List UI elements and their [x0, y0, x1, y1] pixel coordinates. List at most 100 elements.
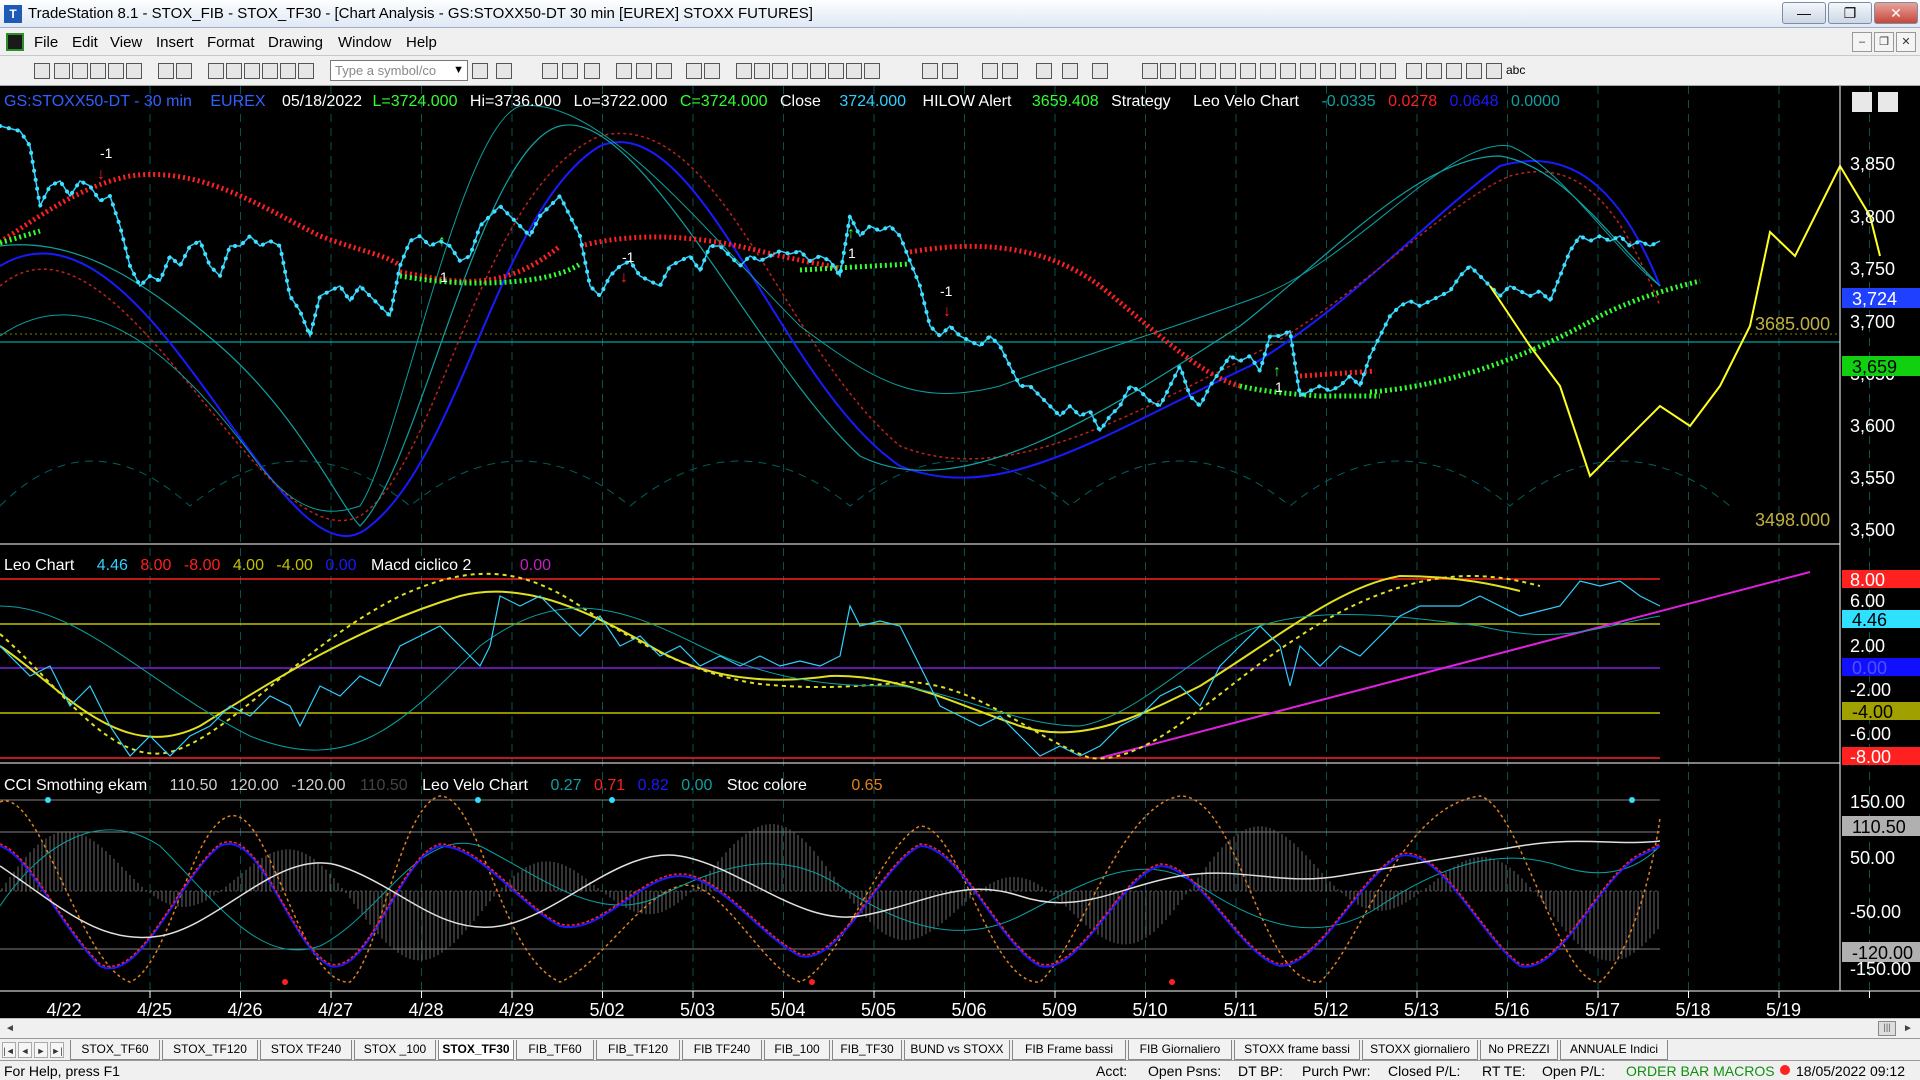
speed-lines-icon[interactable]	[1280, 63, 1296, 79]
open-icon[interactable]	[54, 63, 70, 79]
tab-prev-icon[interactable]: ◄	[18, 1042, 32, 1058]
fib-extension-icon[interactable]	[1320, 63, 1336, 79]
ohlc-icon[interactable]	[792, 63, 808, 79]
scroll-left-icon[interactable]: ◄	[2, 1021, 18, 1037]
go-arrow-icon[interactable]	[472, 63, 488, 79]
menu-view[interactable]: View	[110, 34, 142, 51]
tab-stox-tf60[interactable]: STOX_TF60	[70, 1040, 160, 1060]
tab-fib-100[interactable]: FIB_100	[764, 1040, 830, 1060]
insert-symbol-icon[interactable]	[562, 63, 578, 79]
menu-format[interactable]: Format	[207, 34, 255, 51]
menu-drawing[interactable]: Drawing	[268, 34, 323, 51]
scanner-icon[interactable]	[280, 63, 296, 79]
close-workspace-icon[interactable]	[126, 63, 142, 79]
mdi-close-button[interactable]: ✕	[1896, 32, 1916, 52]
horizontal-line-icon[interactable]	[1180, 63, 1196, 79]
tab-stoxx-giornaliero[interactable]: STOXX giornaliero	[1362, 1040, 1478, 1060]
ellipse-icon[interactable]	[1466, 63, 1482, 79]
trendline-icon[interactable]	[1160, 63, 1176, 79]
new-icon[interactable]	[34, 63, 50, 79]
data-window-icon[interactable]	[584, 63, 600, 79]
sell-arrow-icon[interactable]	[1426, 63, 1442, 79]
save-icon[interactable]	[72, 63, 88, 79]
tab-stox-tf30[interactable]: STOX_TF30	[438, 1040, 514, 1060]
buy-arrow-icon[interactable]	[1446, 63, 1462, 79]
globe-icon[interactable]	[298, 63, 314, 79]
horizontal-scrollbar[interactable]: ◄ ||| ►	[0, 1018, 1920, 1038]
tab-bund-vs-stoxx[interactable]: BUND vs STOXX	[904, 1040, 1010, 1060]
analysis-icon[interactable]	[656, 63, 672, 79]
tab-fib-frame-bassi[interactable]: FIB Frame bassi	[1012, 1040, 1126, 1060]
maximize-button[interactable]: ❐	[1828, 2, 1872, 24]
text-tool-icon[interactable]: abc	[1506, 63, 1525, 77]
channel-icon[interactable]	[1220, 63, 1236, 79]
point-figure-icon[interactable]	[810, 63, 826, 79]
tab-stox-100[interactable]: STOX _100	[354, 1040, 436, 1060]
tab-stoxx-frame-bassi[interactable]: STOXX frame bassi	[1234, 1040, 1360, 1060]
print-icon[interactable]	[176, 63, 192, 79]
scroll-thumb[interactable]: |||	[1878, 1021, 1896, 1036]
refresh-icon[interactable]	[686, 63, 702, 79]
pencil-icon[interactable]	[1142, 63, 1158, 79]
tab-no-prezzi[interactable]: No PREZZI	[1480, 1040, 1558, 1060]
desktop-icon[interactable]	[208, 63, 224, 79]
tick-icon[interactable]	[864, 63, 880, 79]
link-icon[interactable]	[262, 63, 278, 79]
cycle-lines-icon[interactable]	[1360, 63, 1376, 79]
mdi-restore-button[interactable]: ❐	[1874, 32, 1894, 52]
tab-fib-tf60[interactable]: FIB_TF60	[516, 1040, 594, 1060]
open-workspace-icon[interactable]	[108, 63, 124, 79]
bar-chart-icon[interactable]	[736, 63, 752, 79]
check-icon[interactable]	[1406, 63, 1422, 79]
save-all-icon[interactable]	[90, 63, 106, 79]
tab-fib-tf30[interactable]: FIB_TF30	[832, 1040, 902, 1060]
zoom-in-icon[interactable]	[922, 63, 938, 79]
gann-fan-icon[interactable]	[1260, 63, 1276, 79]
rectangle-icon[interactable]	[1486, 63, 1502, 79]
scroll-right-icon[interactable]: ►	[1900, 1021, 1916, 1037]
symbol-lookup-icon[interactable]	[496, 63, 512, 79]
tab-last-icon[interactable]: ►|	[50, 1042, 64, 1058]
strategy-icon[interactable]	[636, 63, 652, 79]
alert-icon[interactable]	[1092, 63, 1108, 79]
kagi-icon[interactable]	[828, 63, 844, 79]
status-order-bar-macros[interactable]: ORDER BAR MACROS	[1626, 1063, 1775, 1079]
window-layout-icon[interactable]	[1062, 63, 1078, 79]
menu-window[interactable]: Window	[338, 34, 391, 51]
menu-help[interactable]: Help	[406, 34, 437, 51]
symbol-input[interactable]: Type a symbol/co ▼	[330, 60, 468, 81]
tab-fib-giornaliero[interactable]: FIB Giornaliero	[1128, 1040, 1232, 1060]
chart-area[interactable]: -1 ↓ 1 ↑ -1 ↓ 1 ↑ -1 ↓ 1 ↑ 3685.000 3498…	[0, 86, 1920, 1018]
window-icon[interactable]	[226, 63, 242, 79]
print-preview-icon[interactable]	[158, 63, 174, 79]
zoom-out-icon[interactable]	[942, 63, 958, 79]
tab-fib-tf240[interactable]: FIB TF240	[682, 1040, 762, 1060]
tab-fib-tf120[interactable]: FIB_TF120	[596, 1040, 680, 1060]
tab-stox-tf240[interactable]: STOX TF240	[260, 1040, 352, 1060]
format-symbol-icon[interactable]	[542, 63, 558, 79]
fib-retracement-icon[interactable]	[1240, 63, 1256, 79]
panel-restore-button[interactable]	[1878, 92, 1898, 112]
lock-icon[interactable]	[244, 63, 260, 79]
menu-file[interactable]: File	[34, 34, 58, 51]
tab-annuale-indici[interactable]: ANNUALE Indici	[1560, 1040, 1668, 1060]
tools-icon[interactable]	[1036, 63, 1052, 79]
panel-minimize-button[interactable]	[1852, 92, 1872, 112]
tab-first-icon[interactable]: |◄	[2, 1042, 16, 1058]
menu-insert[interactable]: Insert	[156, 34, 194, 51]
minimize-button[interactable]: —	[1782, 2, 1826, 24]
tab-next-icon[interactable]: ►	[34, 1042, 48, 1058]
drag-icon[interactable]	[1002, 63, 1018, 79]
brush-icon[interactable]	[1380, 63, 1396, 79]
menu-edit[interactable]: Edit	[72, 34, 98, 51]
indicator-icon[interactable]	[616, 63, 632, 79]
symbol-dropdown-icon[interactable]: ▼	[453, 61, 464, 80]
arrow-lines-icon[interactable]	[1300, 63, 1316, 79]
renko-icon[interactable]	[846, 63, 862, 79]
vertical-line-icon[interactable]	[1200, 63, 1216, 79]
mdi-minimize-button[interactable]: –	[1852, 32, 1872, 52]
tab-stox-tf120[interactable]: STOX_TF120	[162, 1040, 258, 1060]
pointer-icon[interactable]	[982, 63, 998, 79]
close-button[interactable]: ✕	[1874, 2, 1918, 24]
arc-icon[interactable]	[1340, 63, 1356, 79]
